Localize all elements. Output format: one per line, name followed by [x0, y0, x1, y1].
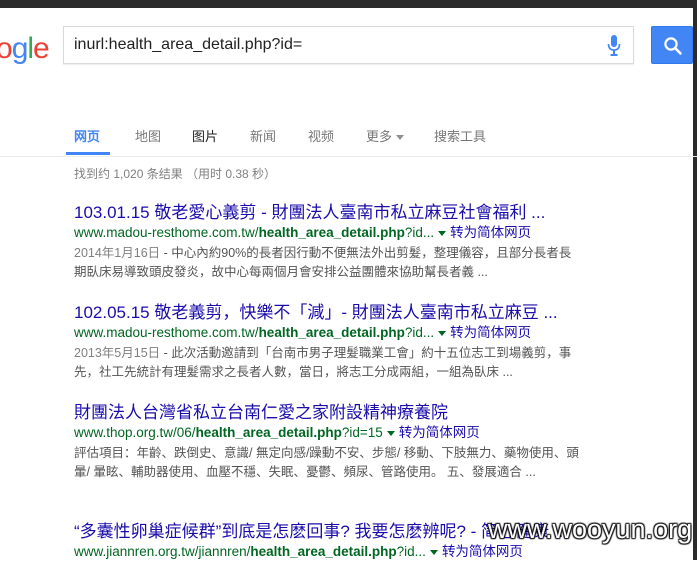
url-prefix: www.jiannren.org.tw/jiannren/: [74, 544, 251, 559]
caret-down-icon[interactable]: [429, 549, 438, 555]
result-snippet: 評估項目：年齡、跌倒史、意識/ 無定向感/躁動不安、步態/ 移動、下肢無力、藥物…: [74, 444, 579, 482]
search-box: [63, 26, 634, 64]
search-result: 103.01.15 敬老愛心義剪 - 財團法人臺南市私立麻豆社會福利 ... w…: [74, 202, 584, 282]
result-title-link[interactable]: 財團法人台灣省私立台南仁愛之家附設精神療養院: [74, 402, 584, 423]
logo-letter: o: [0, 32, 13, 65]
caret-down-icon[interactable]: [438, 330, 447, 336]
result-title-link[interactable]: 103.01.15 敬老愛心義剪 - 財團法人臺南市私立麻豆社會福利 ...: [74, 202, 584, 223]
logo-letter: e: [33, 32, 50, 65]
result-url: www.jiannren.org.tw/jiannren/health_area…: [74, 543, 584, 561]
tab-more[interactable]: 更多: [366, 126, 405, 145]
tab-search-tools[interactable]: 搜索工具: [434, 126, 486, 145]
url-suffix: ?id...: [404, 325, 435, 340]
result-snippet: 2014年1月16日 - 中心內約90%的長者因行動不便無法外出剪髮，整理儀容，…: [74, 244, 579, 282]
result-url: www.madou-resthome.com.tw/health_area_de…: [74, 224, 584, 242]
snippet-text: 評估項目：年齡、跌倒史、意識/ 無定向感/躁動不安、步態/ 移動、下肢無力、藥物…: [74, 446, 579, 479]
search-input[interactable]: [74, 27, 594, 63]
result-url: www.thop.org.tw/06/health_area_detail.ph…: [74, 424, 584, 442]
url-suffix: ?id=15: [341, 425, 383, 440]
result-url: www.madou-resthome.com.tw/health_area_de…: [74, 324, 584, 342]
url-match: health_area_detail.php: [250, 544, 397, 559]
url-match: health_area_detail.php: [195, 425, 342, 440]
tab-maps[interactable]: 地图: [135, 126, 161, 145]
result-title-link[interactable]: 102.05.15 敬老義剪，快樂不「減」- 財團法人臺南市私立麻豆 ...: [74, 302, 584, 323]
search-result: 財團法人台灣省私立台南仁愛之家附設精神療養院 www.thop.org.tw/0…: [74, 402, 584, 482]
result-snippet: 2013年5月15日 - 此次活動邀請到「台南市男子理髮職業工會」約十五位志工到…: [74, 344, 579, 382]
translate-link[interactable]: 转为简体网页: [399, 425, 480, 440]
browser-top-strip: [0, 0, 697, 8]
search-icon: [664, 37, 682, 55]
google-logo[interactable]: ogle: [0, 32, 50, 65]
result-stats: 找到约 1,020 条结果 （用时 0.38 秒）: [74, 167, 277, 181]
result-date: 2014年1月16日: [74, 246, 161, 260]
url-match: health_area_detail.php: [258, 325, 405, 340]
caret-down-icon[interactable]: [438, 230, 447, 236]
search-result: 102.05.15 敬老義剪，快樂不「減」- 財團法人臺南市私立麻豆 ... w…: [74, 302, 584, 382]
window-scrollbar[interactable]: [693, 8, 697, 560]
url-suffix: ?id...: [404, 225, 435, 240]
search-tabs: 网页 地图 图片 新闻 视频 更多 搜索工具: [0, 116, 697, 157]
url-prefix: www.thop.org.tw/06/: [74, 425, 196, 440]
tab-web[interactable]: 网页: [74, 126, 100, 145]
logo-letter: g: [11, 32, 29, 65]
url-match: health_area_detail.php: [258, 225, 405, 240]
microphone-icon[interactable]: [607, 35, 621, 57]
result-date: 2013年5月15日: [74, 346, 161, 360]
tab-news[interactable]: 新闻: [250, 126, 276, 145]
translate-link[interactable]: 转为简体网页: [450, 225, 531, 240]
tab-more-label: 更多: [366, 129, 393, 144]
search-button[interactable]: [651, 26, 693, 64]
search-header: ogle: [0, 8, 697, 92]
url-prefix: www.madou-resthome.com.tw/: [74, 225, 259, 240]
watermark: www.wooyun.org: [488, 514, 693, 544]
url-suffix: ?id...: [396, 544, 426, 559]
tab-images[interactable]: 图片: [192, 126, 218, 145]
url-prefix: www.madou-resthome.com.tw/: [74, 325, 259, 340]
active-tab-indicator: [66, 152, 110, 155]
translate-link[interactable]: 转为简体网页: [450, 325, 531, 340]
caret-down-icon[interactable]: [386, 430, 395, 436]
tab-videos[interactable]: 视频: [308, 126, 334, 145]
chevron-down-icon: [396, 135, 405, 141]
translate-link[interactable]: 转为简体网页: [442, 544, 523, 559]
